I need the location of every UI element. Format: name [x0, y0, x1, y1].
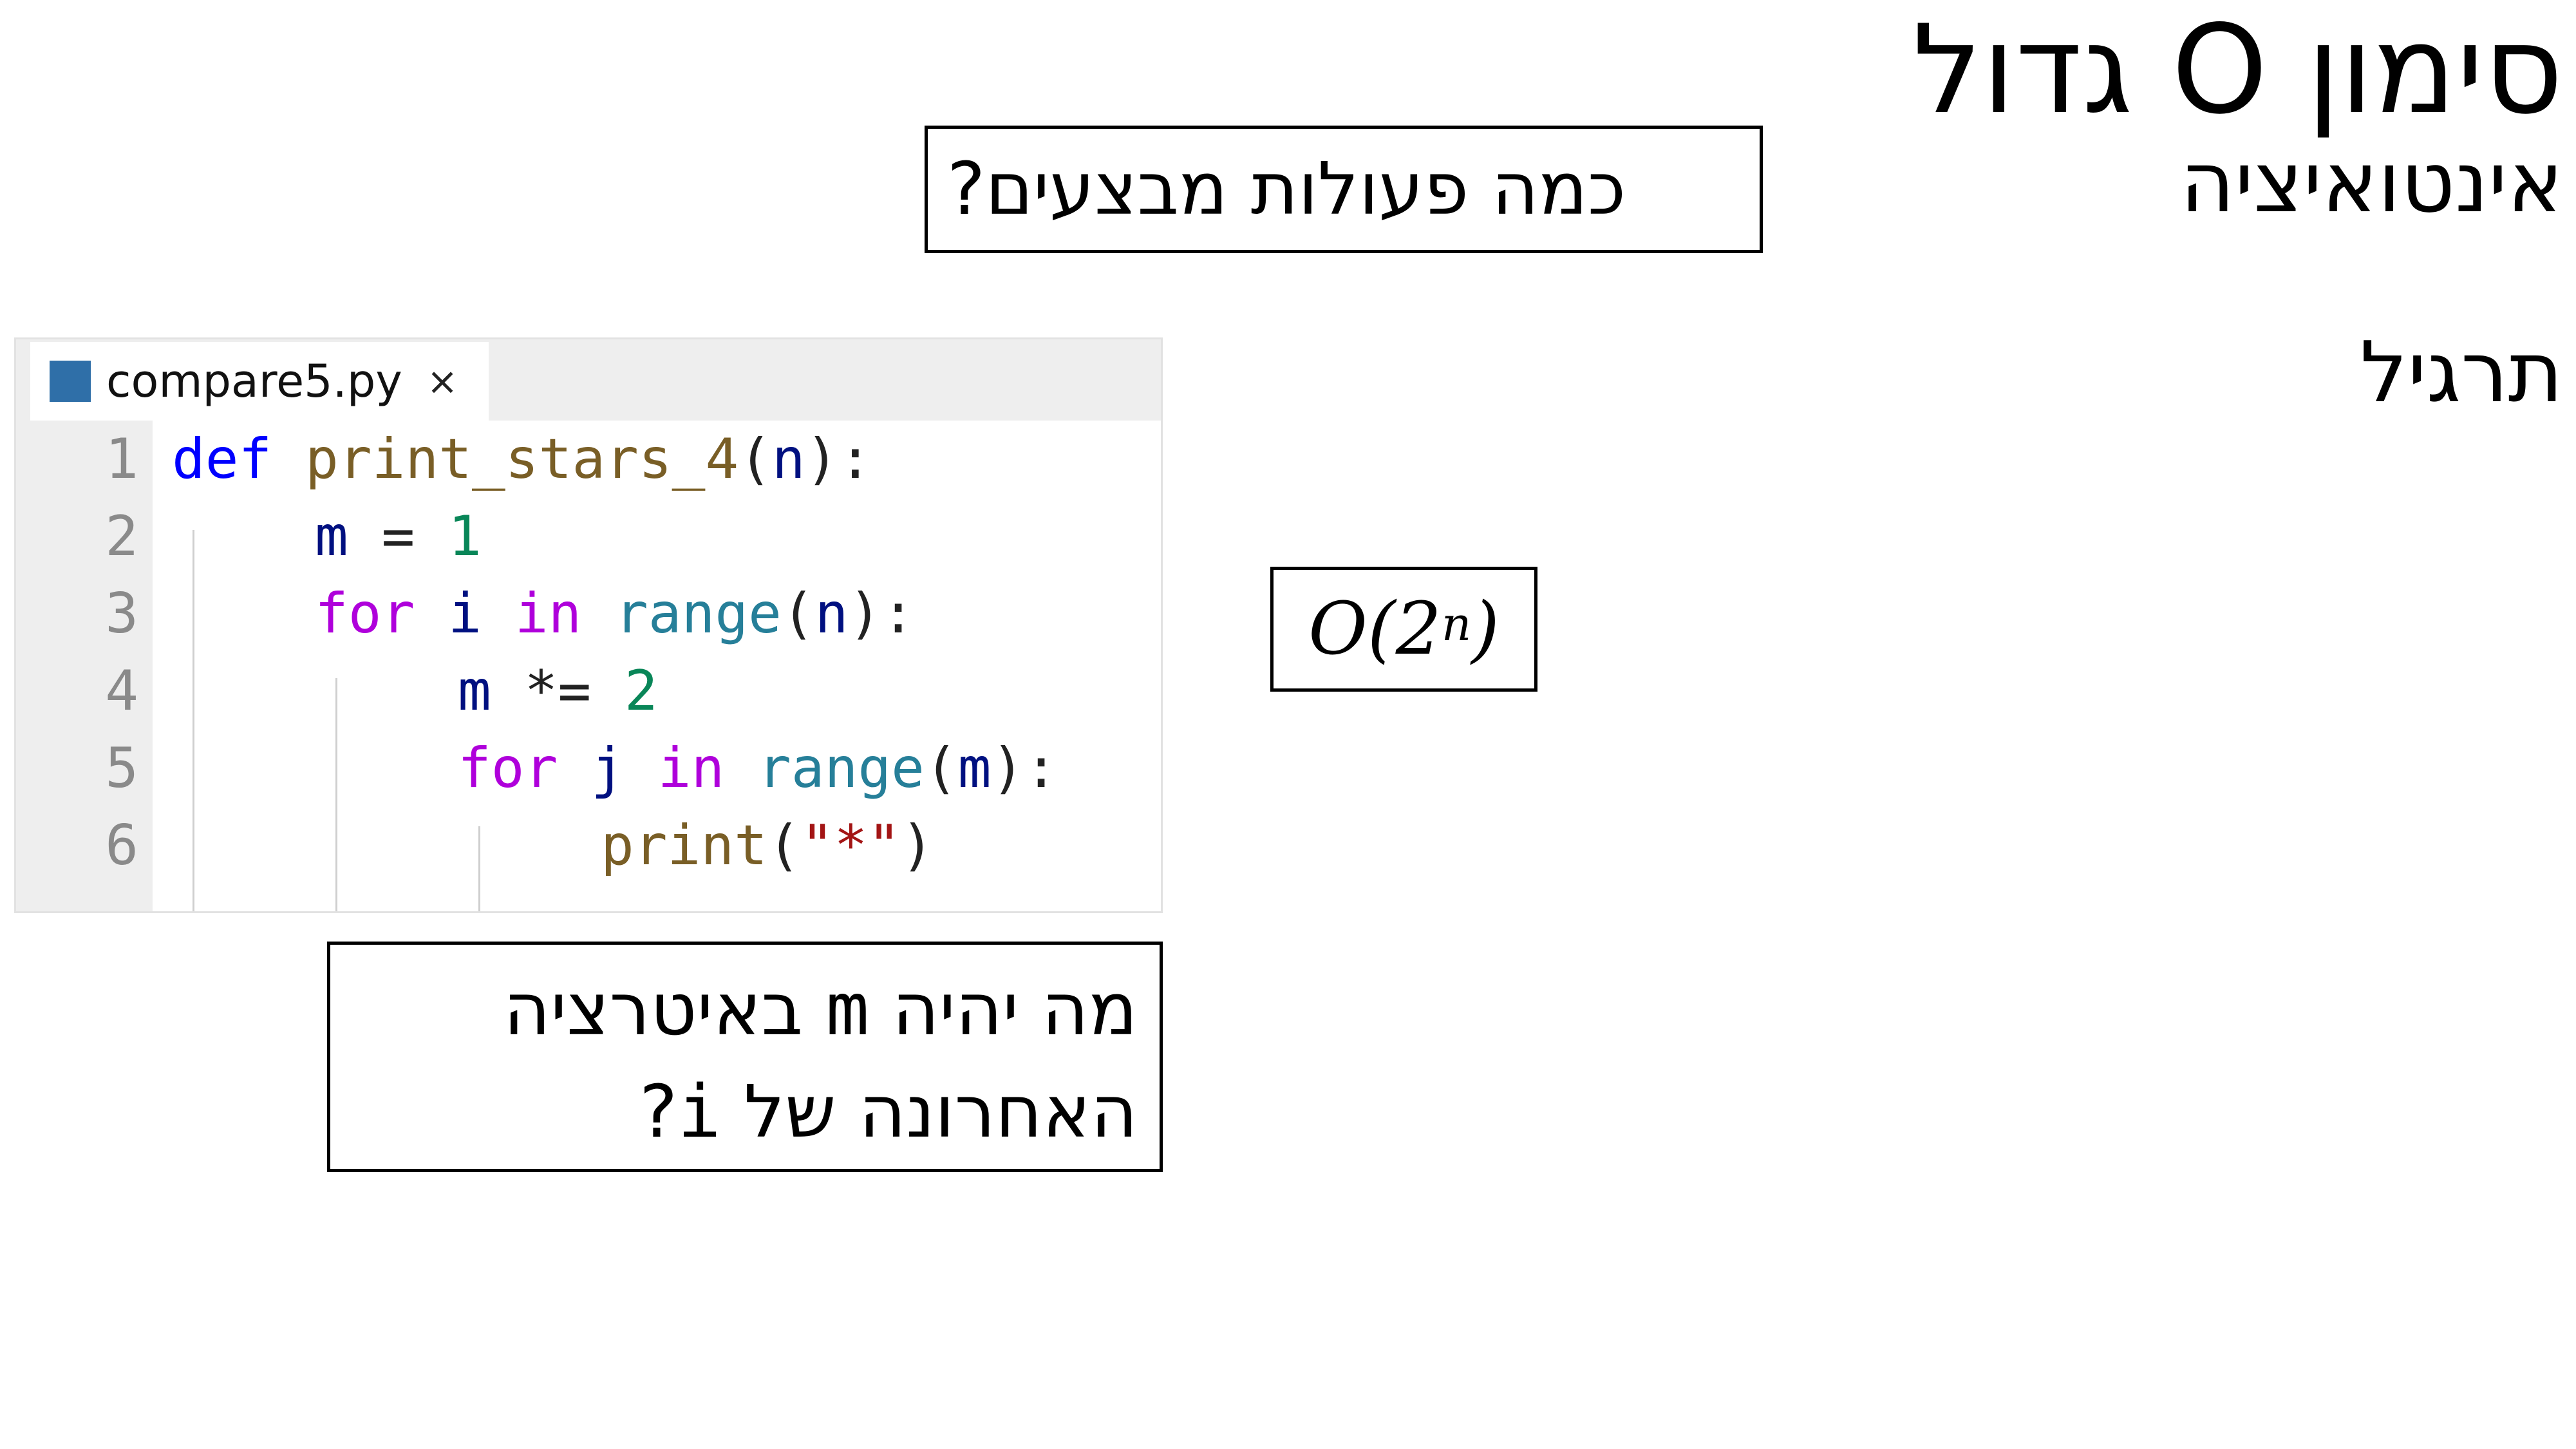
code-line-4: m *= 2: [458, 659, 658, 723]
question-line-1: מה יהיה m באיטרציה: [352, 959, 1138, 1061]
code-line-1: def print_stars_4(n):: [172, 427, 872, 491]
code-editor: compare5.py × 1 2 3 4 5 6 def print_star…: [14, 337, 1163, 913]
line-number: 1: [105, 427, 138, 491]
complexity-exponent: n: [1441, 597, 1472, 651]
line-number: 3: [105, 582, 138, 646]
code-line-6: print("*"): [601, 813, 934, 878]
slide-title: סימון O גדול: [1912, 0, 2563, 141]
question-text: ?: [639, 1070, 678, 1155]
ops-question-text: כמה פעולות מבצעים?: [947, 147, 1626, 231]
file-tab-label: compare5.py: [106, 355, 402, 408]
line-number: 5: [105, 736, 138, 800]
line-number: 6: [105, 813, 138, 878]
question-text: באיטרציה: [503, 968, 826, 1052]
file-tab[interactable]: compare5.py ×: [30, 342, 489, 421]
code-line-2: m = 1: [315, 504, 482, 569]
code-area[interactable]: def print_stars_4(n): m = 1 for i in ran…: [153, 421, 1161, 911]
last-iteration-question-box: מה יהיה m באיטרציה האחרונה של i?: [327, 942, 1163, 1172]
question-text: מה יהיה: [869, 968, 1138, 1052]
ops-question-box: כמה פעולות מבצעים?: [925, 126, 1763, 253]
question-code-i: i: [677, 1070, 721, 1155]
question-line-2: האחרונה של i?: [352, 1061, 1138, 1164]
complexity-close: ): [1471, 587, 1500, 671]
line-number: 2: [105, 504, 138, 569]
close-icon[interactable]: ×: [427, 359, 458, 403]
python-file-icon: [50, 361, 91, 402]
question-code-m: m: [825, 968, 870, 1052]
line-number-gutter: 1 2 3 4 5 6: [16, 421, 153, 911]
question-text: האחרונה של: [720, 1070, 1138, 1155]
complexity-base: O(2: [1308, 587, 1442, 671]
code-line-3: for i in range(n):: [315, 582, 916, 646]
indent-guide: [478, 826, 480, 911]
indent-guide: [193, 530, 194, 911]
slide-subtitle: אינטואיציה: [2180, 133, 2563, 231]
complexity-formula-box: O(2 n): [1270, 567, 1537, 692]
line-number: 4: [105, 659, 138, 723]
indent-guide: [335, 678, 337, 911]
code-line-5: for j in range(m):: [458, 736, 1058, 800]
section-heading: תרגיל: [2360, 323, 2563, 421]
